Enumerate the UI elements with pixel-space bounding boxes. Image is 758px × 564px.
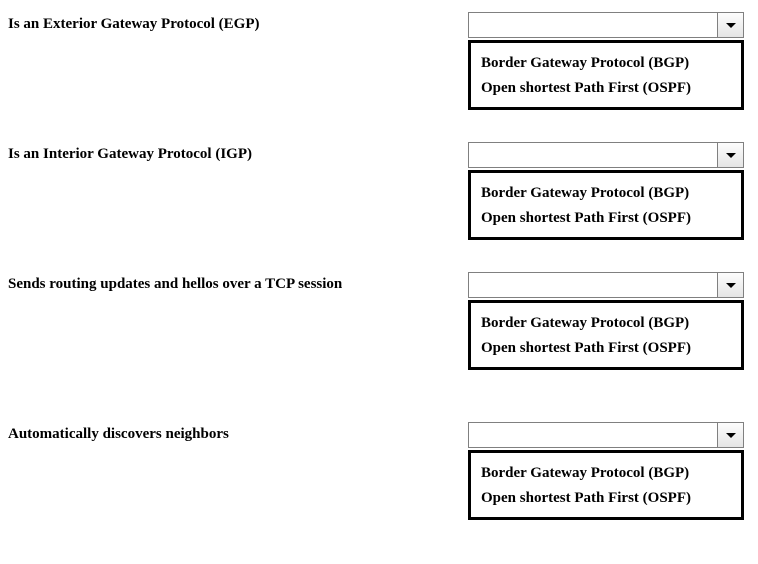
- dropdown-option[interactable]: Border Gateway Protocol (BGP): [481, 51, 731, 76]
- dropdown-options-list: Border Gateway Protocol (BGP) Open short…: [468, 170, 744, 240]
- dropdown-options-list: Border Gateway Protocol (BGP) Open short…: [468, 300, 744, 370]
- question-prompt: Is an Interior Gateway Protocol (IGP): [8, 142, 468, 163]
- dropdown-option[interactable]: Open shortest Path First (OSPF): [481, 336, 731, 361]
- chevron-down-icon: [726, 153, 736, 158]
- dropdown-option[interactable]: Open shortest Path First (OSPF): [481, 206, 731, 231]
- dropdown-option[interactable]: Border Gateway Protocol (BGP): [481, 181, 731, 206]
- answer-area: Border Gateway Protocol (BGP) Open short…: [468, 142, 744, 240]
- question-prompt: Sends routing updates and hellos over a …: [8, 272, 468, 293]
- question-row: Sends routing updates and hellos over a …: [8, 272, 750, 370]
- protocol-dropdown[interactable]: [468, 272, 744, 298]
- dropdown-options-list: Border Gateway Protocol (BGP) Open short…: [468, 40, 744, 110]
- question-row: Is an Exterior Gateway Protocol (EGP) Bo…: [8, 12, 750, 110]
- chevron-down-icon: [726, 433, 736, 438]
- question-prompt: Is an Exterior Gateway Protocol (EGP): [8, 12, 468, 33]
- protocol-dropdown[interactable]: [468, 142, 744, 168]
- chevron-down-icon: [726, 283, 736, 288]
- dropdown-option[interactable]: Open shortest Path First (OSPF): [481, 76, 731, 101]
- dropdown-option[interactable]: Border Gateway Protocol (BGP): [481, 461, 731, 486]
- dropdown-option[interactable]: Border Gateway Protocol (BGP): [481, 311, 731, 336]
- question-row: Automatically discovers neighbors Border…: [8, 422, 750, 520]
- dropdown-toggle-button[interactable]: [717, 423, 743, 447]
- chevron-down-icon: [726, 23, 736, 28]
- question-prompt: Automatically discovers neighbors: [8, 422, 468, 443]
- dropdown-option[interactable]: Open shortest Path First (OSPF): [481, 486, 731, 511]
- dropdown-toggle-button[interactable]: [717, 13, 743, 37]
- dropdown-options-list: Border Gateway Protocol (BGP) Open short…: [468, 450, 744, 520]
- answer-area: Border Gateway Protocol (BGP) Open short…: [468, 422, 744, 520]
- protocol-dropdown[interactable]: [468, 12, 744, 38]
- question-row: Is an Interior Gateway Protocol (IGP) Bo…: [8, 142, 750, 240]
- dropdown-toggle-button[interactable]: [717, 273, 743, 297]
- answer-area: Border Gateway Protocol (BGP) Open short…: [468, 272, 744, 370]
- answer-area: Border Gateway Protocol (BGP) Open short…: [468, 12, 744, 110]
- dropdown-toggle-button[interactable]: [717, 143, 743, 167]
- protocol-dropdown[interactable]: [468, 422, 744, 448]
